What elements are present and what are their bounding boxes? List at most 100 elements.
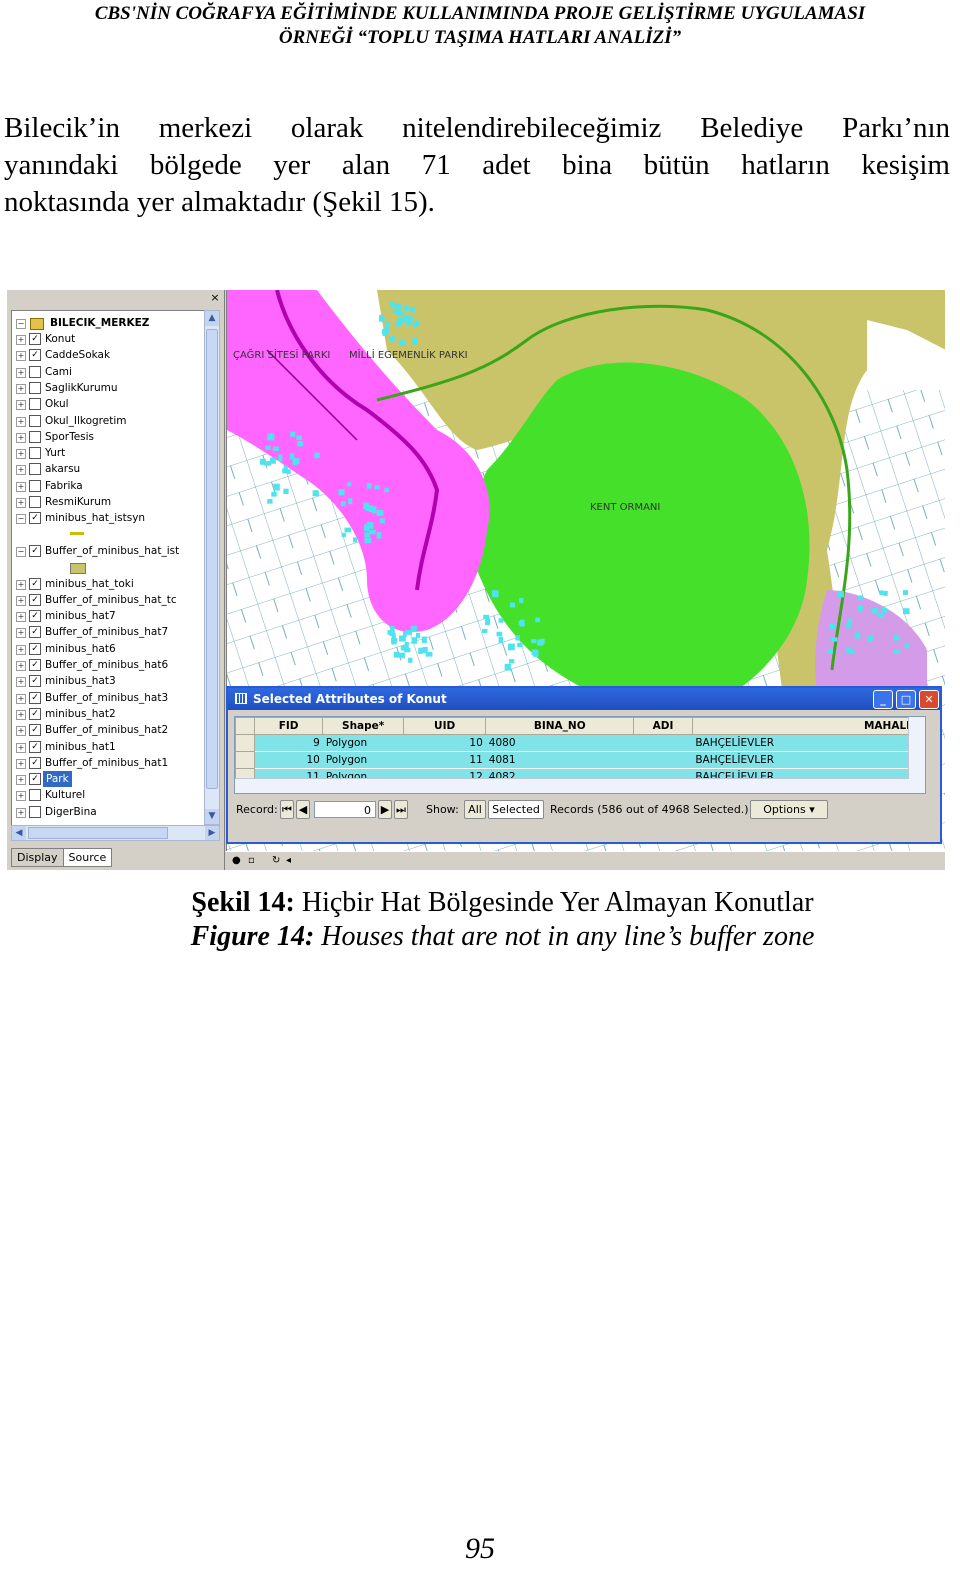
refresh-icon[interactable]: ↻ — [272, 855, 280, 866]
previous-record-icon[interactable]: ◀ — [296, 800, 310, 819]
scroll-thumb[interactable] — [206, 329, 218, 789]
expand-icon[interactable]: + — [16, 644, 26, 655]
layer-visibility-checkbox[interactable] — [29, 789, 41, 802]
next-record-icon[interactable]: ▶ — [378, 800, 392, 819]
scroll-left-icon[interactable]: ◀ — [12, 826, 26, 840]
expand-icon[interactable]: + — [16, 693, 26, 704]
layer-item[interactable]: + ✓ minibus_hat3 — [12, 673, 206, 689]
layer-visibility-checkbox[interactable]: ✓ — [29, 642, 41, 655]
layer-visibility-checkbox[interactable] — [29, 365, 41, 378]
layer-visibility-checkbox[interactable]: ✓ — [29, 577, 41, 590]
layer-item[interactable]: + ✓ minibus_hat2 — [12, 706, 206, 722]
toc-horizontal-scrollbar[interactable]: ◀ ▶ — [11, 825, 220, 841]
layer-visibility-checkbox[interactable]: ✓ — [29, 691, 41, 704]
layer-item[interactable]: + ✓ minibus_hat7 — [12, 608, 206, 624]
table-row[interactable]: 10 Polygon 11 4081 BAHÇELİEVLER — [235, 751, 925, 769]
layer-item[interactable]: + ResmiKurum — [12, 494, 206, 510]
layer-visibility-checkbox[interactable]: ✓ — [29, 593, 41, 606]
scroll-up-icon[interactable]: ▲ — [205, 311, 219, 326]
column-header-mahalle[interactable]: MAHALLE — [691, 717, 925, 735]
layer-item[interactable]: − ✓ minibus_hat_istsyn — [12, 510, 206, 526]
column-header-uid[interactable]: UID — [402, 717, 487, 735]
layer-item[interactable]: + ✓ minibus_hat6 — [12, 641, 206, 657]
layer-item[interactable]: + ✓ Buffer_of_minibus_hat1 — [12, 755, 206, 771]
tab-display[interactable]: Display — [11, 848, 64, 867]
layer-visibility-checkbox[interactable] — [29, 805, 41, 818]
show-all-button[interactable]: All — [464, 800, 486, 819]
toc-close-icon[interactable]: × — [209, 292, 221, 304]
expand-icon[interactable]: + — [16, 367, 26, 378]
row-selector[interactable] — [235, 734, 255, 752]
layer-item[interactable]: + ✓ minibus_hat1 — [12, 739, 206, 755]
first-record-icon[interactable]: ⏮ — [280, 800, 294, 819]
layer-item[interactable]: + ✓ minibus_hat_toki — [12, 576, 206, 592]
expand-icon[interactable]: + — [16, 628, 26, 639]
column-header-shape[interactable]: Shape* — [322, 717, 404, 735]
layer-visibility-checkbox[interactable]: ✓ — [29, 333, 41, 345]
expand-icon[interactable]: + — [16, 726, 26, 737]
expand-icon[interactable]: + — [16, 465, 26, 476]
expand-icon[interactable]: + — [16, 661, 26, 671]
expand-icon[interactable]: + — [16, 335, 26, 345]
scroll-right-icon[interactable]: ▶ — [205, 826, 219, 840]
expand-icon[interactable]: − — [16, 514, 26, 525]
layer-visibility-checkbox[interactable]: ✓ — [29, 724, 41, 737]
expand-icon[interactable]: + — [16, 432, 26, 443]
layer-visibility-checkbox[interactable] — [29, 463, 41, 476]
expand-icon[interactable]: + — [16, 449, 26, 460]
expand-icon[interactable]: + — [16, 383, 26, 394]
layer-item[interactable]: + Cami — [12, 364, 206, 380]
close-icon[interactable]: ✕ — [919, 690, 939, 709]
layer-visibility-checkbox[interactable]: ✓ — [29, 659, 41, 671]
expand-icon[interactable]: + — [16, 775, 26, 786]
expand-icon[interactable]: + — [16, 742, 26, 753]
data-view-icon[interactable]: ● — [232, 855, 241, 866]
expand-icon[interactable]: + — [16, 579, 26, 590]
layer-visibility-checkbox[interactable]: ✓ — [29, 773, 41, 786]
layer-item[interactable]: − ✓ Buffer_of_minibus_hat_ist — [12, 543, 206, 559]
layer-item[interactable]: + ✓ Buffer_of_minibus_hat6 — [12, 657, 206, 673]
layer-visibility-checkbox[interactable]: ✓ — [29, 349, 41, 362]
layer-visibility-checkbox[interactable]: ✓ — [29, 544, 41, 557]
layer-item[interactable]: + Fabrika — [12, 478, 206, 494]
expand-icon[interactable]: + — [16, 758, 26, 769]
maximize-icon[interactable]: □ — [896, 690, 916, 709]
toc-vertical-scrollbar[interactable]: ▲ ▼ — [204, 310, 220, 825]
tab-source[interactable]: Source — [62, 848, 113, 867]
layer-item[interactable]: + ✓ Konut — [12, 331, 206, 347]
layer-item[interactable]: + DigerBina — [12, 804, 206, 820]
expand-icon[interactable]: + — [16, 709, 26, 720]
expand-icon[interactable]: + — [16, 677, 26, 688]
scroll-thumb[interactable] — [28, 827, 168, 839]
layer-visibility-checkbox[interactable]: ✓ — [29, 675, 41, 688]
layer-item[interactable]: + Yurt — [12, 445, 206, 461]
layer-group-root[interactable]: − BILECIK_MERKEZ — [12, 315, 206, 331]
layer-visibility-checkbox[interactable]: ✓ — [29, 626, 41, 639]
layout-view-icon[interactable]: ▫ — [248, 855, 255, 866]
layer-visibility-checkbox[interactable] — [29, 398, 41, 411]
expand-icon[interactable]: + — [16, 791, 26, 802]
expand-icon[interactable]: − — [16, 546, 26, 557]
layer-visibility-checkbox[interactable] — [29, 414, 41, 427]
table-vertical-scrollbar[interactable] — [908, 717, 925, 793]
layer-visibility-checkbox[interactable]: ✓ — [29, 740, 41, 753]
expand-icon[interactable]: + — [16, 595, 26, 606]
layer-visibility-checkbox[interactable] — [29, 430, 41, 443]
layer-visibility-checkbox[interactable] — [29, 479, 41, 492]
pause-icon[interactable]: ◂ — [286, 855, 291, 866]
column-header-adi[interactable]: ADI — [633, 717, 693, 735]
record-number-input[interactable]: 0 — [314, 801, 376, 818]
layer-item[interactable]: + SporTesis — [12, 429, 206, 445]
layer-item[interactable]: + ✓ Buffer_of_minibus_hat2 — [12, 722, 206, 738]
layer-item[interactable]: + Kulturel — [12, 787, 206, 803]
expand-icon[interactable]: + — [16, 400, 26, 411]
minimize-icon[interactable]: _ — [873, 690, 893, 709]
table-row[interactable]: 9 Polygon 10 4080 BAHÇELİEVLER — [235, 734, 925, 752]
expand-icon[interactable]: + — [16, 612, 26, 623]
expand-icon[interactable]: + — [16, 498, 26, 508]
attribute-table[interactable]: FID Shape* UID BINA_NO ADI MAHALLE 9 Poly… — [234, 716, 926, 794]
attributes-dialog[interactable]: Selected Attributes of Konut _ □ ✕ FID S… — [226, 686, 942, 844]
table-horizontal-scrollbar[interactable] — [235, 778, 909, 793]
row-selector[interactable] — [235, 751, 255, 769]
layer-item[interactable]: + ✓ Buffer_of_minibus_hat7 — [12, 624, 206, 640]
